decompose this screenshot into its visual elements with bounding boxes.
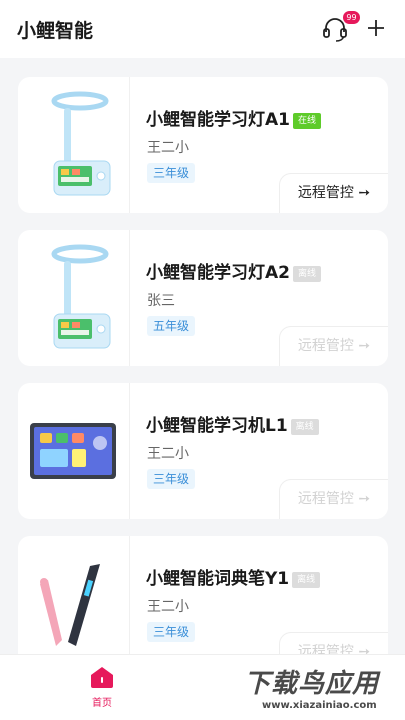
study-lamp-image <box>18 77 130 213</box>
offline-status-badge: 离线 <box>292 572 321 588</box>
watermark-title: 下载鸟应用 <box>244 669 380 699</box>
device-name: 小鲤智能词典笔Y1 离线 <box>146 564 321 589</box>
device-card[interactable]: 小鲤智能学习灯A1 在线 王二小 三年级 远程管控 ➙ <box>18 77 388 213</box>
grade-tag: 五年级 <box>147 316 196 336</box>
tab-home[interactable]: 首页 <box>80 665 124 713</box>
grade-tag: 三年级 <box>147 622 196 642</box>
remote-control-button[interactable]: 远程管控 ➙ <box>279 326 388 366</box>
device-name: 小鲤智能学习灯A2 离线 <box>146 258 322 283</box>
app-header: 小鲤智能 99 <box>0 0 405 58</box>
home-icon <box>91 667 113 688</box>
offline-status-badge: 离线 <box>293 266 322 282</box>
page-title: 小鲤智能 <box>17 20 94 42</box>
device-name: 小鲤智能学习机L1 离线 <box>146 411 319 436</box>
offline-status-badge: 离线 <box>290 419 319 435</box>
tab-home-label: 首页 <box>92 698 112 709</box>
device-owner: 王二小 <box>147 446 189 462</box>
device-owner: 王二小 <box>147 140 189 156</box>
remote-control-button[interactable]: 远程管控 ➙ <box>279 173 388 213</box>
device-card[interactable]: 小鲤智能学习机L1 离线 王二小 三年级 远程管控 ➙ <box>18 383 388 519</box>
online-status-badge: 在线 <box>293 113 322 129</box>
device-name: 小鲤智能学习灯A1 在线 <box>146 105 322 130</box>
plus-icon <box>368 20 384 36</box>
device-owner: 王二小 <box>147 599 189 615</box>
study-lamp-image <box>18 230 130 366</box>
device-card[interactable]: 小鲤智能学习灯A2 离线 张三 五年级 远程管控 ➙ <box>18 230 388 366</box>
notification-badge: 99 <box>343 11 360 24</box>
watermark-url: www.xiazainiao.com <box>262 700 377 711</box>
tablet-image <box>18 383 130 519</box>
device-card[interactable]: 小鲤智能词典笔Y1 离线 王二小 三年级 远程管控 ➙ <box>18 536 388 672</box>
remote-control-button[interactable]: 远程管控 ➙ <box>279 479 388 519</box>
device-owner: 张三 <box>147 293 175 309</box>
dictionary-pen-image <box>18 536 130 672</box>
grade-tag: 三年级 <box>147 469 196 489</box>
add-device-button[interactable] <box>364 16 388 40</box>
grade-tag: 三年级 <box>147 163 196 183</box>
watermark: 下载鸟应用 www.xiazainiao.com <box>240 663 402 717</box>
